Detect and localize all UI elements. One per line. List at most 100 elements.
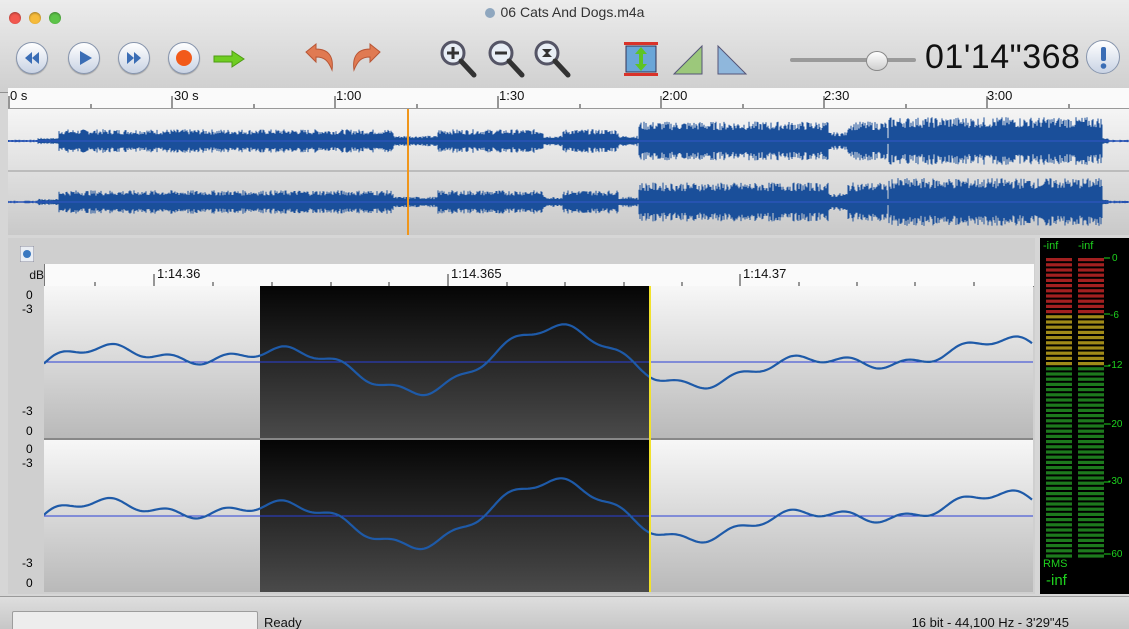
window-title: 06 Cats And Dogs.m4a [0, 4, 1129, 20]
meter-segment [1046, 533, 1072, 537]
detail-ruler-ticks [94, 274, 975, 286]
meter-segment [1078, 382, 1104, 386]
db-label: 0 [26, 288, 33, 302]
meter-segment [1046, 284, 1072, 288]
meter-segment [1046, 398, 1072, 402]
overview-time-ruler[interactable]: 0 s 30 s 1:00 1:30 2:00 2:30 3:00 [8, 88, 1129, 109]
meter-segment [1046, 429, 1072, 433]
meter-segment [1078, 258, 1104, 262]
meter-segment [1046, 440, 1072, 444]
meter-segment [1078, 356, 1104, 360]
record-icon [176, 50, 192, 66]
fast-forward-button[interactable] [118, 42, 150, 74]
volume-slider-thumb[interactable] [866, 51, 888, 71]
meter-segment [1078, 320, 1104, 324]
meter-segment [1078, 538, 1104, 542]
meter-segment [1078, 351, 1104, 355]
meter-segment [1046, 419, 1072, 423]
meter-segment [1046, 481, 1072, 485]
meter-segment [1046, 382, 1072, 386]
meter-segment [1078, 273, 1104, 277]
meter-segment [1078, 403, 1104, 407]
meter-segment [1046, 341, 1072, 345]
meter-segment [1078, 289, 1104, 293]
arrow-right-icon[interactable] [212, 48, 246, 70]
meter-segment [1078, 372, 1104, 376]
meter-segment [1078, 299, 1104, 303]
meter-segment [1046, 372, 1072, 376]
meter-segment [1078, 445, 1104, 449]
meter-segment [1046, 455, 1072, 459]
meter-segment [1046, 289, 1072, 293]
record-button[interactable] [168, 42, 200, 74]
meter-segment [1046, 507, 1072, 511]
play-icon [80, 51, 92, 65]
fast-forward-icon [127, 52, 141, 64]
meter-segment [1046, 346, 1072, 350]
meter-segment [1046, 523, 1072, 527]
meter-segment [1078, 434, 1104, 438]
meter-segment [1046, 393, 1072, 397]
meter-segment [1046, 497, 1072, 501]
meter-segment [1078, 263, 1104, 267]
meter-segment [1046, 549, 1072, 553]
meter-segment [1046, 486, 1072, 490]
meter-segment [1078, 502, 1104, 506]
meter-segment [1078, 388, 1104, 392]
ruler-ticks [8, 96, 1070, 108]
meter-segment [1078, 398, 1104, 402]
title-toolbar: 06 Cats And Dogs.m4a 01'14"368 [0, 0, 1129, 93]
meter-segment [1046, 408, 1072, 412]
status-text: Ready [264, 615, 302, 629]
meter-segment [1078, 497, 1104, 501]
meter-scale-label: -12 [1108, 360, 1123, 371]
meter-segment [1046, 320, 1072, 324]
meter-segment [1046, 273, 1072, 277]
detail-ruler-unit: dB [29, 268, 44, 282]
meter-segment [1046, 450, 1072, 454]
meter-segment [1046, 299, 1072, 303]
meter-segment [1046, 544, 1072, 548]
play-button[interactable] [68, 42, 100, 74]
meter-segment [1078, 362, 1104, 366]
fade-out-icon[interactable] [714, 42, 750, 76]
meter-segment [1046, 388, 1072, 392]
rewind-icon [25, 52, 39, 64]
meter-segment [1046, 356, 1072, 360]
zoom-selection-icon[interactable] [532, 38, 572, 80]
rewind-button[interactable] [16, 42, 48, 74]
meter-scale-label: -30 [1108, 476, 1123, 487]
meter-segment [1078, 455, 1104, 459]
meter-segment [1046, 403, 1072, 407]
meter-segment [1078, 268, 1104, 272]
db-label: -3 [22, 302, 33, 316]
meter-segment [1078, 528, 1104, 532]
meter-segment [1078, 481, 1104, 485]
timecode-display: 01'14"368 [925, 38, 1081, 76]
undo-icon[interactable] [300, 40, 340, 76]
meter-segment [1078, 278, 1104, 282]
meter-segment [1078, 450, 1104, 454]
info-button[interactable] [1086, 40, 1120, 74]
normalize-icon[interactable] [624, 40, 658, 78]
detail-waveform[interactable] [44, 286, 1033, 592]
meter-segment [1078, 554, 1104, 558]
zoom-out-icon[interactable] [486, 38, 526, 80]
meter-scale-label: -60 [1108, 549, 1123, 560]
track-icon[interactable] [20, 246, 34, 262]
meter-segment [1046, 362, 1072, 366]
meter-segment [1046, 310, 1072, 314]
meter-segment [1046, 258, 1072, 262]
level-meter: -inf -inf 0 -6 -12 -20 -30 -60 RMS -inf [1040, 238, 1129, 594]
volume-slider-track[interactable] [790, 58, 916, 62]
detail-editor: dB 1:14.36 1:14.365 1:14.37 0 -3 -3 0 0 … [8, 238, 1035, 603]
rms-value: -inf [1046, 572, 1067, 589]
redo-icon[interactable] [346, 40, 386, 76]
meter-segment [1078, 325, 1104, 329]
rms-label: RMS [1043, 558, 1068, 570]
detail-time-ruler[interactable]: 1:14.36 1:14.365 1:14.37 [44, 264, 1034, 287]
document-icon [484, 8, 495, 18]
fade-in-icon[interactable] [670, 42, 706, 76]
zoom-in-icon[interactable] [438, 38, 478, 80]
overview-waveform[interactable] [7, 108, 1129, 235]
